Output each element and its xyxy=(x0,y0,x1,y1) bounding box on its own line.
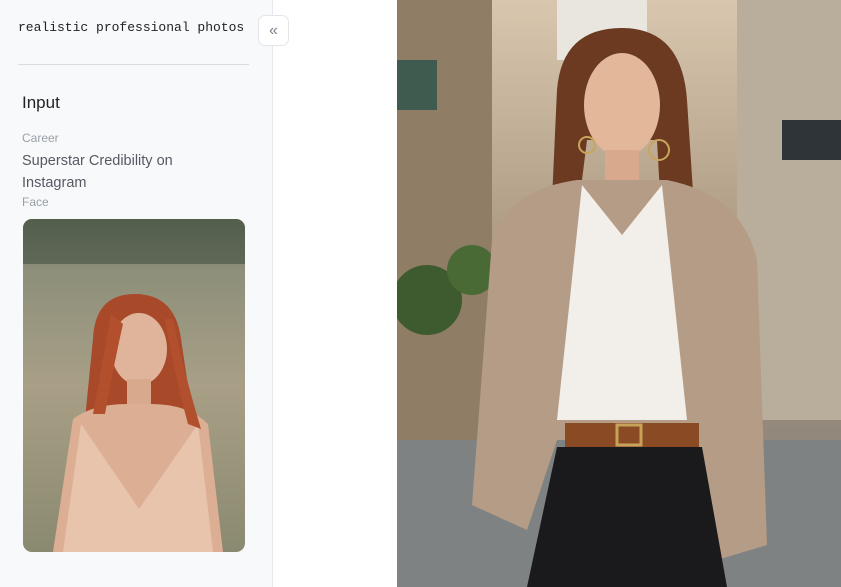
chevrons-left-icon: « xyxy=(269,21,278,39)
divider xyxy=(18,64,249,65)
collapse-sidebar-button[interactable]: « xyxy=(258,15,289,46)
section-title: Input xyxy=(22,93,60,112)
prompt-text: realistic professional photos xyxy=(18,20,245,35)
face-image xyxy=(23,219,245,552)
career-label: Career xyxy=(22,131,59,145)
sidebar: realistic professional photos Input Care… xyxy=(0,0,273,587)
generated-photo xyxy=(397,0,841,587)
career-value: Superstar Credibility on Instagram xyxy=(22,153,173,191)
face-label: Face xyxy=(22,195,49,209)
